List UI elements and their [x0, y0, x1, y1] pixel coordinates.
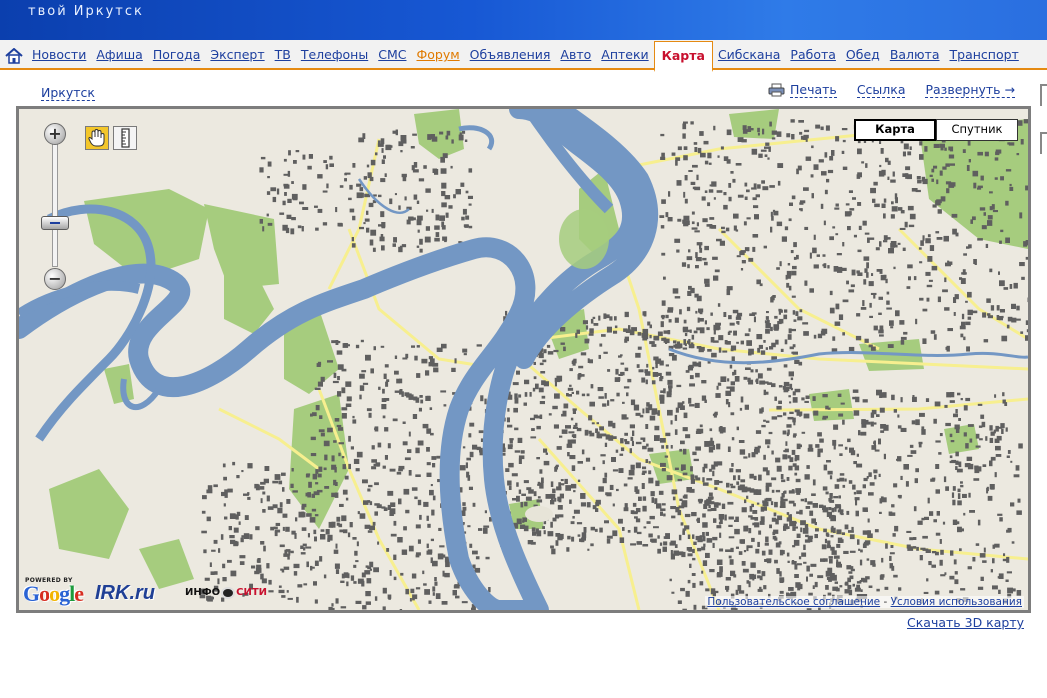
irk-logo[interactable]: IRK.ru [95, 582, 155, 604]
zoom-slider-handle[interactable] [41, 216, 69, 230]
nav-item[interactable]: Сибскана [713, 40, 785, 70]
infositi-logo-left: ИНФО [185, 587, 221, 598]
nav-item[interactable]: Валюта [885, 40, 945, 70]
share-link[interactable]: Ссылка [856, 82, 906, 98]
terms-separator: - [880, 596, 891, 608]
nav-item[interactable]: Погода [148, 40, 206, 70]
ruler-tool-button[interactable] [113, 126, 137, 150]
site-title: твой Иркутск [28, 4, 144, 19]
site-header: твой Иркутск [0, 0, 1047, 40]
infositi-disc-icon [221, 587, 236, 599]
printer-icon [768, 83, 785, 97]
main-nav: Новости Афиша Погода Эксперт ТВ Телефоны СМС Фо… [0, 40, 1047, 72]
expand-link[interactable]: Развернуть → [925, 82, 1015, 98]
nav-items: Новости Афиша Погода Эксперт ТВ Телефоны СМС Фо… [27, 40, 1024, 72]
map-type-control: Карта Спутник [854, 119, 1018, 141]
infositi-logo[interactable]: ИНФО СИТИ [185, 587, 267, 599]
nav-item[interactable]: Эксперт [205, 40, 269, 70]
map-type-satellite-button[interactable]: Спутник [936, 119, 1018, 141]
nav-item[interactable]: Работа [785, 40, 841, 70]
zoom-out-button[interactable]: − [44, 268, 66, 290]
nav-item[interactable]: Объявления [465, 40, 556, 70]
map-terms: Пользовательское соглашение - Условия ис… [705, 596, 1024, 608]
map-container[interactable]: + − Карта Спутник POWERED BY Google IRK.… [16, 106, 1031, 613]
breadcrumb-city[interactable]: Иркутск [41, 85, 95, 101]
map-toolbar: Печать Ссылка Развернуть → [768, 82, 1015, 98]
google-logo[interactable]: Google [23, 582, 84, 606]
print-button[interactable]: Печать [768, 82, 837, 98]
infositi-logo-right: СИТИ [236, 587, 268, 598]
nav-item[interactable]: Карта [653, 40, 713, 72]
nav-item[interactable]: Телефоны [296, 40, 373, 70]
home-icon[interactable] [5, 48, 23, 64]
ruler-icon [121, 128, 130, 148]
sidebar-edge [1040, 84, 1047, 194]
nav-item[interactable]: Аптеки [596, 40, 653, 70]
terms-of-use-link[interactable]: Условия использования [891, 596, 1022, 608]
hand-icon [88, 128, 105, 147]
zoom-control: + − [41, 123, 69, 290]
zoom-slider-track[interactable] [52, 137, 58, 267]
nav-item[interactable]: Афиша [91, 40, 147, 70]
pan-tool-button[interactable] [85, 126, 109, 150]
nav-item[interactable]: Транспорт [945, 40, 1024, 70]
nav-item[interactable]: Форум [411, 40, 464, 70]
nav-item[interactable]: Авто [555, 40, 596, 70]
nav-item[interactable]: СМС [373, 40, 411, 70]
map-canvas[interactable] [19, 109, 1028, 610]
user-agreement-link[interactable]: Пользовательское соглашение [707, 596, 880, 608]
zoom-in-button[interactable]: + [44, 123, 66, 145]
download-3d-map-link[interactable]: Скачать 3D карту [907, 615, 1024, 630]
map-type-map-button[interactable]: Карта [854, 119, 936, 141]
print-link[interactable]: Печать [790, 82, 837, 98]
nav-item[interactable]: Новости [27, 40, 91, 70]
nav-item[interactable]: ТВ [270, 40, 296, 70]
nav-item[interactable]: Обед [841, 40, 885, 70]
